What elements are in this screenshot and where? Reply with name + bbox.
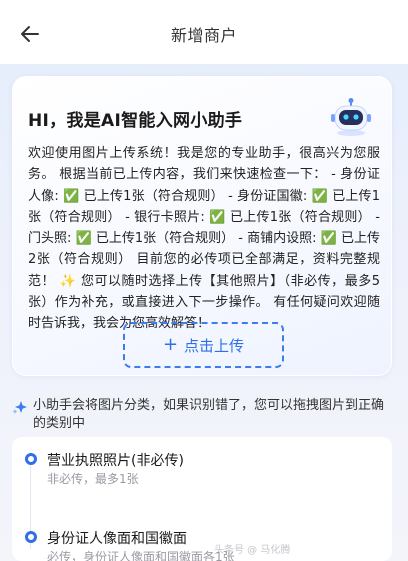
top-bar: 新增商户 <box>0 0 408 68</box>
watermark: 头条号 @ 马化腾 <box>214 545 291 556</box>
category-title[interactable]: 营业执照照片(非必传) <box>47 450 184 470</box>
upload-category-list: 营业执照照片(非必传) 非必传，最多1张 身份证人像面和国徽面 必传，身份证人像… <box>12 437 392 561</box>
category-subtitle: 必传，身份证人像面和国徽面各1张 <box>47 550 235 561</box>
category-subtitle: 非必传，最多1张 <box>47 472 139 486</box>
timeline-dot <box>25 531 37 543</box>
robot-icon <box>329 97 373 137</box>
assistant-card: HI，我是AI智能入网小助手 欢迎使用图片上传系统！我是您的专业助手，很高兴为您… <box>12 76 392 376</box>
assistant-message: 欢迎使用图片上传系统！我是您的专业助手，很高兴为您服务。 根据当前已上传内容，我… <box>28 146 380 332</box>
timeline-dot <box>25 453 37 465</box>
assistant-title: HI，我是AI智能入网小助手 <box>28 111 243 131</box>
plus-icon: + <box>162 334 179 355</box>
hint-text: 小助手会将图片分类，如果识别错了，您可以拖拽图片到正确的类别中 <box>33 398 385 431</box>
upload-button-label: 点击上传 <box>184 336 245 355</box>
upload-button[interactable]: + 点击上传 <box>123 322 284 368</box>
category-title[interactable]: 身份证人像面和国徽面 <box>47 528 187 548</box>
sparkle-icon <box>12 400 28 414</box>
page-title: 新增商户 <box>170 26 237 45</box>
